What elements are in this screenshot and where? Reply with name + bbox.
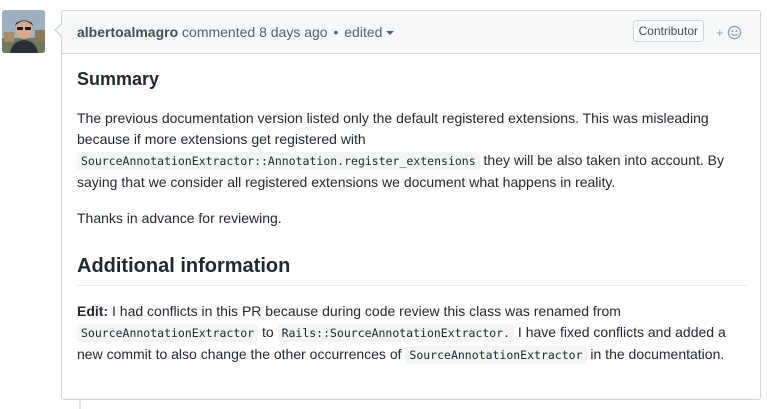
text-segment: in the documentation. — [586, 346, 725, 362]
separator-dot: • — [333, 24, 339, 40]
chevron-down-icon — [386, 31, 395, 35]
text-segment: I had conflicts in this PR because durin… — [108, 303, 621, 319]
summary-heading: Summary — [77, 69, 160, 89]
edited-dropdown[interactable]: edited — [344, 24, 395, 40]
inline-code: SourceAnnotationExtractor — [405, 346, 587, 364]
avatar-image — [2, 10, 45, 53]
additional-info-heading: Additional information — [77, 255, 747, 286]
summary-paragraph: The previous documentation version liste… — [77, 108, 747, 193]
timeline-line — [79, 400, 81, 409]
edit-label: Edit: — [77, 303, 109, 319]
edited-label: edited — [344, 24, 383, 40]
add-reaction-button[interactable]: + — [716, 24, 744, 42]
comment-box: albertoalmagro commented 8 days ago • ed… — [54, 10, 761, 400]
comment-action: commented — [182, 24, 256, 40]
timestamp-link[interactable]: 8 days ago — [259, 24, 328, 40]
smiley-icon — [727, 25, 742, 40]
timeline-comment: albertoalmagro commented 8 days ago • ed… — [0, 0, 767, 409]
inline-code: Rails::SourceAnnotationExtractor. — [277, 324, 515, 342]
text-segment: The previous documentation version liste… — [77, 110, 709, 147]
inline-code: SourceAnnotationExtractor — [77, 324, 259, 342]
text-segment: to — [258, 324, 278, 340]
plus-icon: + — [716, 25, 724, 40]
avatar[interactable] — [2, 10, 45, 53]
author-link[interactable]: albertoalmagro — [77, 24, 178, 40]
inline-code: SourceAnnotationExtractor::Annotation.re… — [77, 152, 480, 170]
edit-paragraph: Edit: I had conflicts in this PR because… — [77, 301, 747, 366]
comment-header: albertoalmagro commented 8 days ago • ed… — [62, 11, 760, 54]
thanks-paragraph: Thanks in advance for reviewing. — [77, 210, 282, 226]
contributor-badge: Contributor — [632, 20, 704, 42]
